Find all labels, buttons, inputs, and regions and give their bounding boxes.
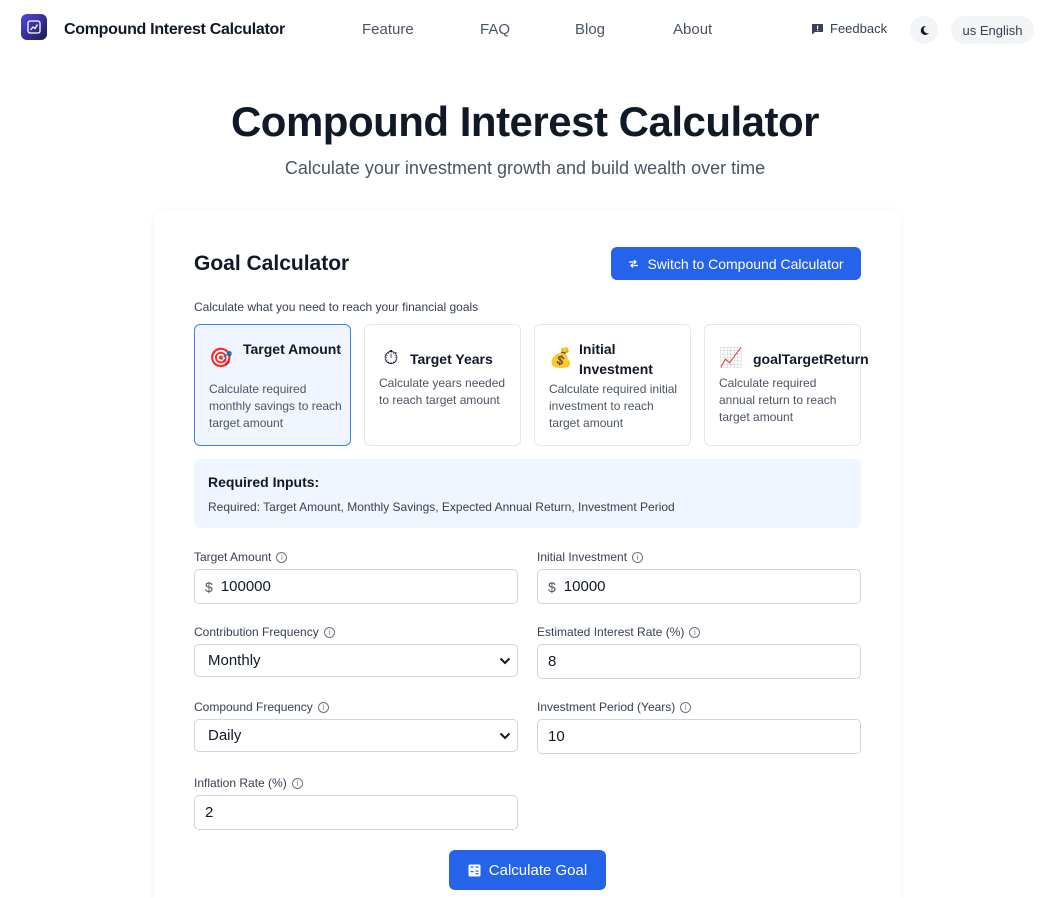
inflation-rate-field[interactable]	[194, 795, 518, 830]
required-inputs-box: Required Inputs: Required: Target Amount…	[194, 459, 861, 528]
page-subtitle: Calculate your investment growth and bui…	[284, 158, 766, 178]
label-text: Initial Investment	[537, 550, 628, 564]
brand-name[interactable]: Compound Interest Calculator	[64, 21, 285, 39]
page-title: Compound Interest Calculator	[230, 98, 820, 145]
feedback-button[interactable]: Feedback	[811, 21, 887, 36]
calculate-goal-button[interactable]: Calculate Goal	[449, 850, 606, 890]
nav-faq[interactable]: FAQ	[480, 21, 510, 38]
mode-desc: Calculate years needed to reach target a…	[379, 376, 506, 407]
calculate-label: Calculate Goal	[488, 861, 588, 879]
swap-arrows-icon	[629, 259, 639, 268]
info-icon[interactable]: i	[689, 626, 701, 638]
moon-icon	[920, 25, 929, 35]
feedback-icon	[812, 23, 823, 34]
theme-toggle-button[interactable]	[910, 16, 938, 44]
mode-desc: Calculate required initial investment to…	[549, 382, 678, 430]
investment-period-input[interactable]	[548, 728, 808, 745]
switch-label: Switch to Compound Calculator	[647, 255, 844, 272]
mode-target-years[interactable]: ⏱ Target Years Calculate years needed to…	[364, 324, 521, 446]
initial-investment-input[interactable]	[563, 578, 824, 595]
contribution-frequency-select[interactable]: Monthly	[194, 644, 518, 677]
mode-desc: Calculate required monthly savings to re…	[209, 382, 342, 430]
mode-desc: Calculate required annual return to reac…	[719, 376, 837, 424]
logo-chart-icon[interactable]	[21, 14, 47, 40]
info-icon[interactable]: i	[632, 551, 644, 563]
target-amount-input[interactable]	[220, 578, 481, 595]
mode-title: Target Years	[410, 351, 493, 367]
label-text: Target Amount	[194, 550, 272, 564]
label-text: Estimated Interest Rate (%)	[537, 625, 685, 639]
mode-initial-investment[interactable]: 💰 Initial Investment Calculate required …	[534, 324, 691, 446]
chart-increasing-icon: 📈	[719, 348, 743, 369]
currency-prefix: $	[548, 578, 556, 595]
money-bag-icon: 💰	[549, 348, 573, 369]
switch-to-compound-button[interactable]: Switch to Compound Calculator	[611, 247, 861, 280]
interest-rate-input[interactable]	[548, 653, 808, 670]
inflation-rate-label: Inflation Rate (%) i	[194, 776, 303, 790]
chevron-down-icon	[499, 657, 511, 664]
initial-investment-label: Initial Investment i	[537, 550, 644, 564]
target-amount-label: Target Amount i	[194, 550, 288, 564]
mode-goal-target-return[interactable]: 📈 goalTargetReturn Calculate required an…	[704, 324, 869, 446]
compound-frequency-label: Compound Frequency i	[194, 700, 329, 714]
chevron-down-icon	[499, 732, 511, 739]
label-text: Inflation Rate (%)	[194, 776, 287, 790]
select-value: Daily	[208, 727, 242, 744]
mode-target-amount[interactable]: 🎯 Target Amount Calculate required month…	[194, 324, 351, 446]
required-inputs-text: Required: Target Amount, Monthly Savings…	[208, 500, 675, 514]
target-icon: 🎯	[209, 348, 233, 369]
investment-period-label: Investment Period (Years) i	[537, 700, 692, 714]
interest-rate-label: Estimated Interest Rate (%) i	[537, 625, 701, 639]
initial-investment-field[interactable]: $	[537, 569, 861, 604]
target-amount-field[interactable]: $	[194, 569, 518, 604]
mode-title: goalTargetReturn	[753, 351, 869, 367]
mode-title: Initial Investment	[579, 341, 653, 377]
mode-title: Target Amount	[243, 341, 341, 357]
info-icon[interactable]: i	[291, 777, 303, 789]
nav-about[interactable]: About	[673, 21, 712, 38]
select-value: Monthly	[208, 652, 261, 669]
goal-description: Calculate what you need to reach your fi…	[194, 300, 479, 314]
info-icon[interactable]: i	[680, 701, 692, 713]
stopwatch-icon: ⏱	[383, 348, 399, 369]
compound-frequency-select[interactable]: Daily	[194, 719, 518, 752]
contribution-frequency-label: Contribution Frequency i	[194, 625, 335, 639]
nav-blog[interactable]: Blog	[575, 21, 605, 38]
nav-feature[interactable]: Feature	[362, 21, 414, 38]
label-text: Contribution Frequency	[194, 625, 319, 639]
feedback-label: Feedback	[830, 21, 888, 36]
language-selector[interactable]: us English	[951, 16, 1034, 44]
calculator-icon	[468, 864, 481, 876]
site-header: Compound Interest Calculator Feature FAQ…	[0, 0, 1050, 60]
required-inputs-title: Required Inputs:	[208, 474, 320, 490]
label-text: Investment Period (Years)	[537, 700, 676, 714]
currency-prefix: $	[205, 578, 213, 595]
investment-period-field[interactable]	[537, 719, 861, 754]
info-icon[interactable]: i	[317, 701, 329, 713]
interest-rate-field[interactable]	[537, 644, 861, 679]
info-icon[interactable]: i	[323, 626, 335, 638]
goal-calculator-title: Goal Calculator	[194, 252, 350, 275]
info-icon[interactable]: i	[276, 551, 288, 563]
inflation-rate-input[interactable]	[205, 804, 465, 821]
label-text: Compound Frequency	[194, 700, 313, 714]
